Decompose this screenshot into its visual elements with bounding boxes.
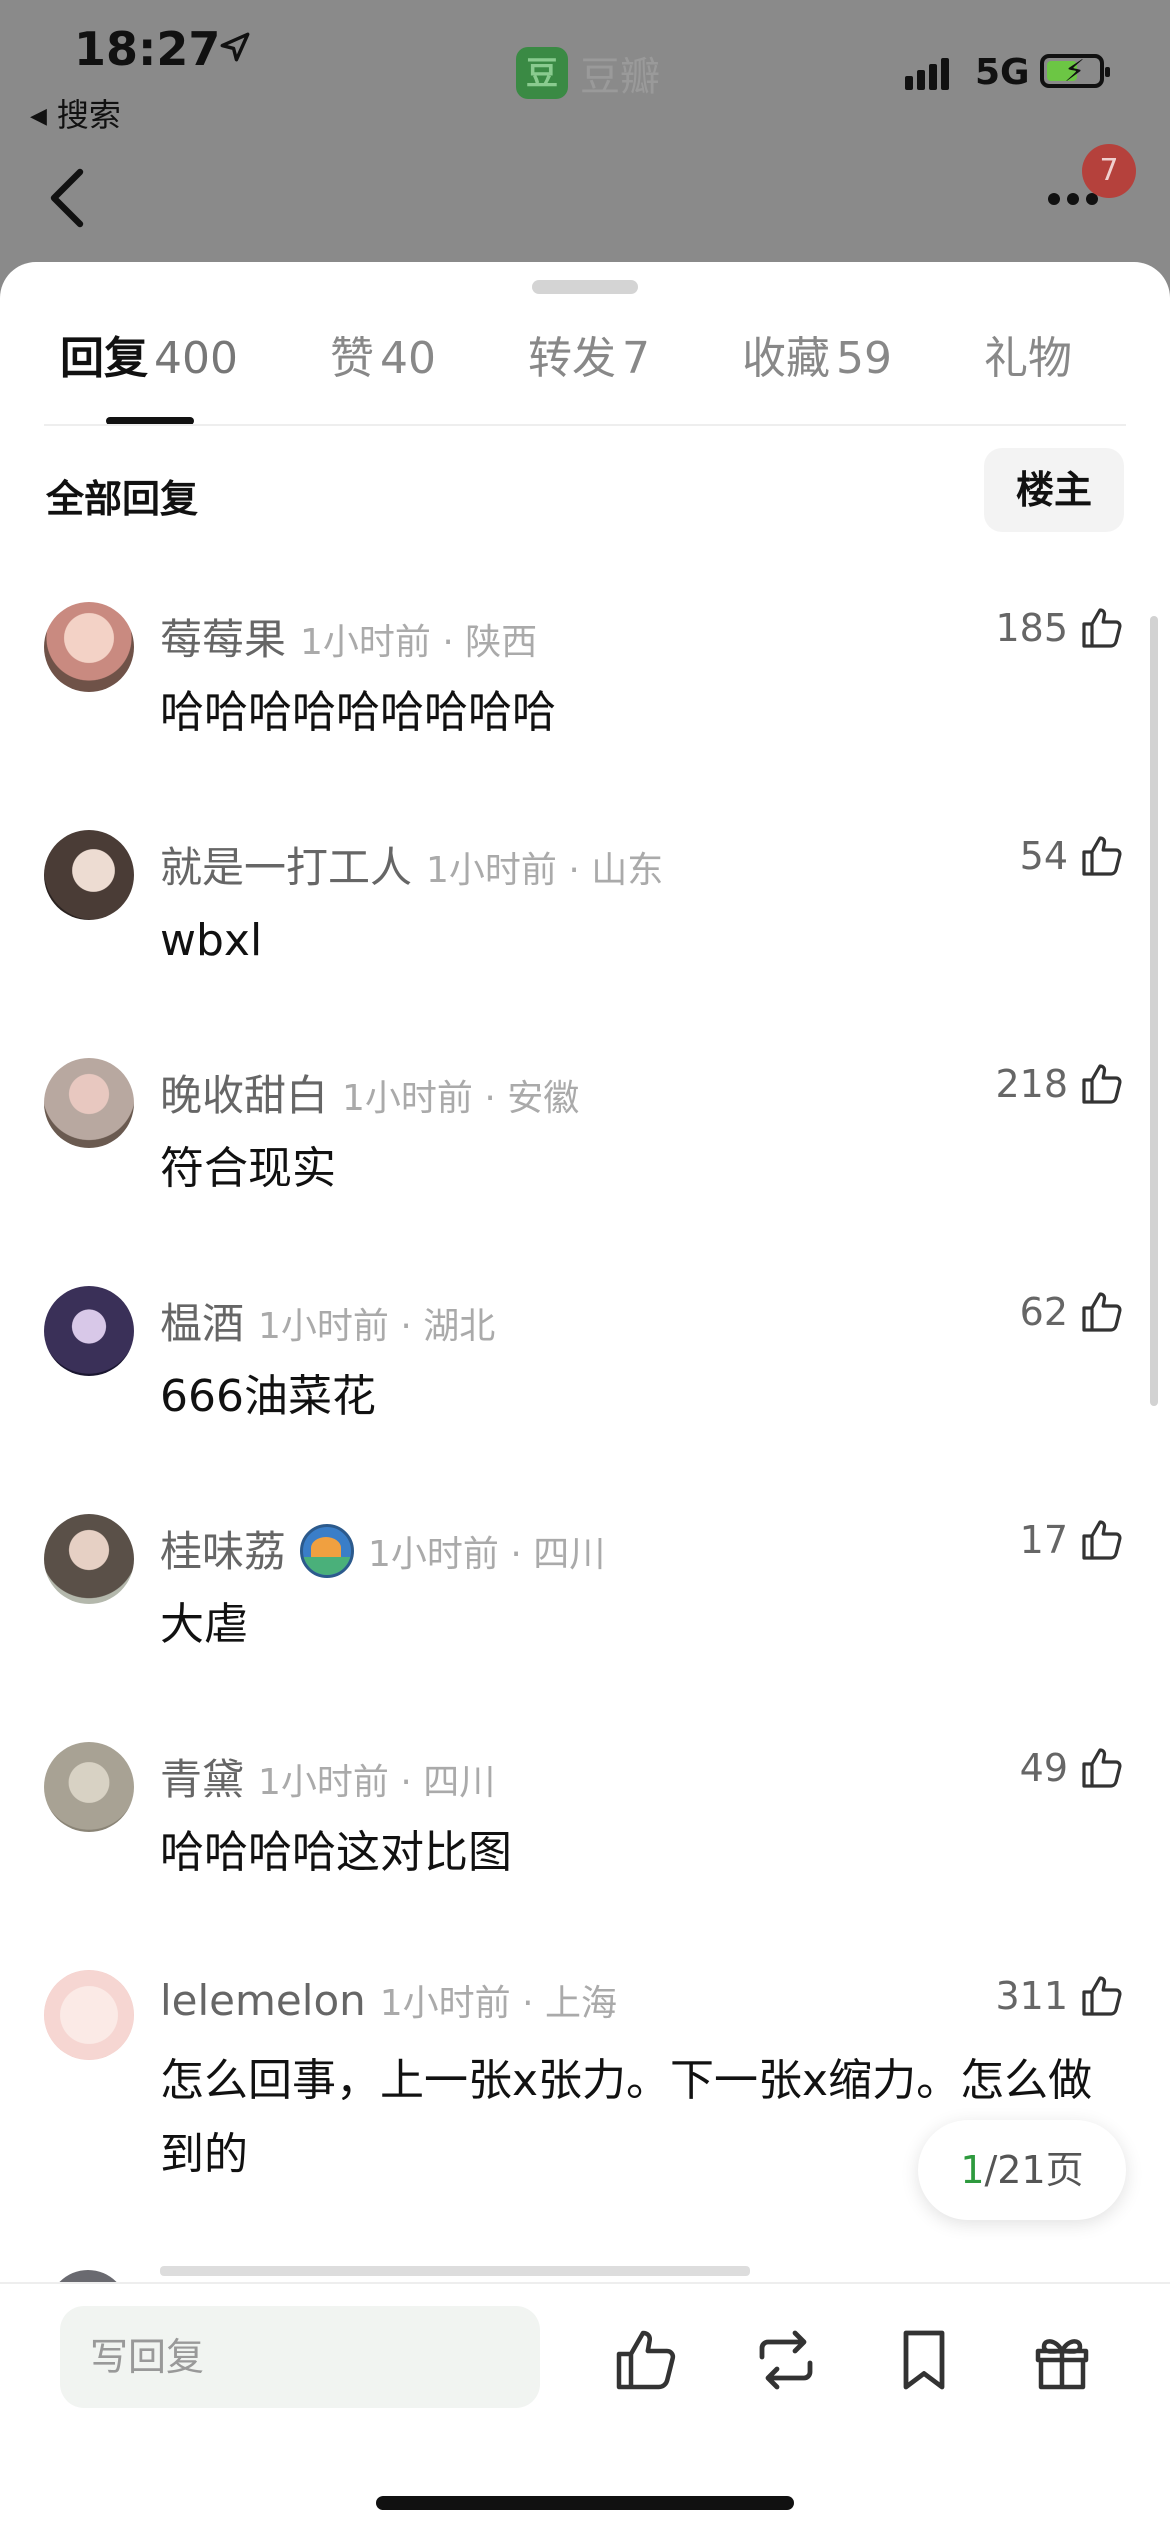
tab-label: 回复 [60, 333, 148, 384]
like-count: 54 [1019, 834, 1068, 878]
like-control[interactable]: 311 [995, 1972, 1126, 2020]
op-only-button[interactable]: 楼主 [984, 448, 1124, 532]
tab-label: 赞 [330, 333, 374, 384]
comment-meta: 1小时前 · 四川 [258, 1762, 496, 1803]
comment-author[interactable]: lelemelon [160, 1976, 366, 2025]
back-triangle-icon: ◀ [30, 104, 47, 129]
status-time: 18:27 [74, 22, 221, 76]
avatar[interactable] [44, 830, 134, 920]
comment-text: 哈哈哈哈哈哈哈哈哈 [160, 687, 556, 738]
scrollbar[interactable] [1150, 616, 1158, 1406]
comment-author[interactable]: 青黛 [160, 1755, 244, 1804]
comment-meta: 1小时前 · 上海 [379, 1983, 618, 2024]
tab-count: 400 [154, 333, 238, 384]
thumbs-up-icon [1082, 1748, 1122, 1788]
like-count: 62 [1019, 1290, 1068, 1334]
thumbs-up-icon [1082, 1292, 1122, 1332]
comment-text: 大虐 [160, 1599, 248, 1650]
sheet-grabber[interactable] [532, 280, 638, 294]
like-count: 311 [995, 1974, 1068, 2018]
page-indicator[interactable]: 1/21页 [918, 2120, 1126, 2220]
thumbs-up-icon [1082, 1520, 1122, 1560]
thumbs-up-icon [1082, 608, 1122, 648]
like-control[interactable]: 17 [1020, 1516, 1126, 1564]
comment-text: 哈哈哈哈这对比图 [160, 1827, 512, 1878]
current-page: 1 [960, 2148, 985, 2192]
avatar [48, 2270, 128, 2282]
avatar[interactable] [44, 1970, 134, 2060]
comment-meta: 1小时前 · 四川 [368, 1534, 606, 1575]
total-pages: /21页 [984, 2148, 1084, 2192]
like-control[interactable]: 49 [1020, 1744, 1126, 1792]
gift-icon[interactable] [1026, 2324, 1098, 2396]
thumbs-up-icon [1082, 1976, 1122, 2016]
like-count: 185 [995, 606, 1068, 650]
repost-icon[interactable] [750, 2324, 822, 2396]
like-count: 218 [995, 1062, 1068, 1106]
tab-count: 7 [622, 333, 650, 384]
thumbs-up-icon [1082, 1064, 1122, 1104]
like-count: 17 [1019, 1518, 1068, 1562]
back-to-app[interactable]: ◀ 搜索 [30, 90, 121, 136]
like-control[interactable]: 54 [1020, 832, 1126, 880]
avatar[interactable] [44, 1286, 134, 1376]
location-arrow-icon [220, 32, 250, 62]
like-control[interactable]: 218 [995, 1060, 1126, 1108]
douban-logo-icon: 豆 [516, 47, 568, 99]
like-control[interactable]: 62 [1020, 1288, 1126, 1336]
comment-meta: 1小时前 · 安徽 [342, 1078, 580, 1119]
comment-author[interactable]: 晚收甜白 [160, 1071, 328, 1120]
tab-reposts[interactable]: 转发 7 [528, 322, 650, 386]
partial-text [160, 2266, 750, 2276]
comment-author[interactable]: 莓莓果 [160, 615, 286, 664]
comment-text: 符合现实 [160, 1143, 336, 1194]
comment-meta: 1小时前 · 陕西 [300, 622, 538, 663]
tab-likes[interactable]: 赞 40 [330, 322, 436, 386]
tab-replies[interactable]: 回复 400 [60, 322, 238, 386]
avatar[interactable] [44, 1514, 134, 1604]
tabs-divider [44, 424, 1126, 426]
all-replies-label: 全部回复 [46, 477, 199, 521]
bookmark-icon[interactable] [888, 2324, 960, 2396]
comment-meta: 1小时前 · 山东 [426, 850, 664, 891]
home-indicator[interactable] [376, 2496, 794, 2510]
tab-collections[interactable]: 收藏 59 [742, 322, 892, 386]
thumbs-up-icon [1082, 836, 1122, 876]
avatar[interactable] [44, 1058, 134, 1148]
comment-text: wbxl [160, 915, 263, 966]
app-name: 豆瓣 [580, 54, 660, 100]
tab-label: 礼物 [984, 333, 1072, 384]
notification-badge: 7 [1082, 144, 1136, 198]
avatar[interactable] [44, 1742, 134, 1832]
network-type: 5G [975, 52, 1030, 93]
tab-gifts[interactable]: 礼物 [984, 322, 1072, 386]
bottom-action-bar: 写回复 [0, 2282, 1170, 2534]
like-count: 49 [1019, 1746, 1068, 1790]
next-comment-partial [0, 2262, 1170, 2282]
signal-icon [905, 58, 953, 90]
app-logo: 豆豆瓣 [516, 44, 660, 102]
reply-input[interactable]: 写回复 [60, 2306, 540, 2408]
tab-count: 59 [836, 333, 892, 384]
comment-author[interactable]: 就是一打工人 [160, 843, 412, 892]
like-control[interactable]: 185 [995, 604, 1126, 652]
back-chevron-icon[interactable] [44, 166, 92, 230]
reaction-tabs: 回复 400 赞 40 转发 7 收藏 59 礼物 [0, 322, 1170, 412]
tab-label: 转发 [528, 333, 616, 384]
comment-author[interactable]: 榅酒 [160, 1299, 244, 1348]
back-app-label: 搜索 [56, 96, 121, 134]
like-icon[interactable] [610, 2324, 682, 2396]
tab-count: 40 [380, 333, 436, 384]
tab-label: 收藏 [742, 333, 830, 384]
comment-meta: 1小时前 · 湖北 [258, 1306, 496, 1347]
battery-icon: ⚡ [1040, 54, 1110, 89]
avatar[interactable] [44, 602, 134, 692]
bird-of-paradise-medal-icon[interactable] [300, 1524, 355, 1578]
comment-author[interactable]: 桂味荔 [160, 1527, 286, 1576]
comment-text: 666油菜花 [160, 1371, 376, 1422]
